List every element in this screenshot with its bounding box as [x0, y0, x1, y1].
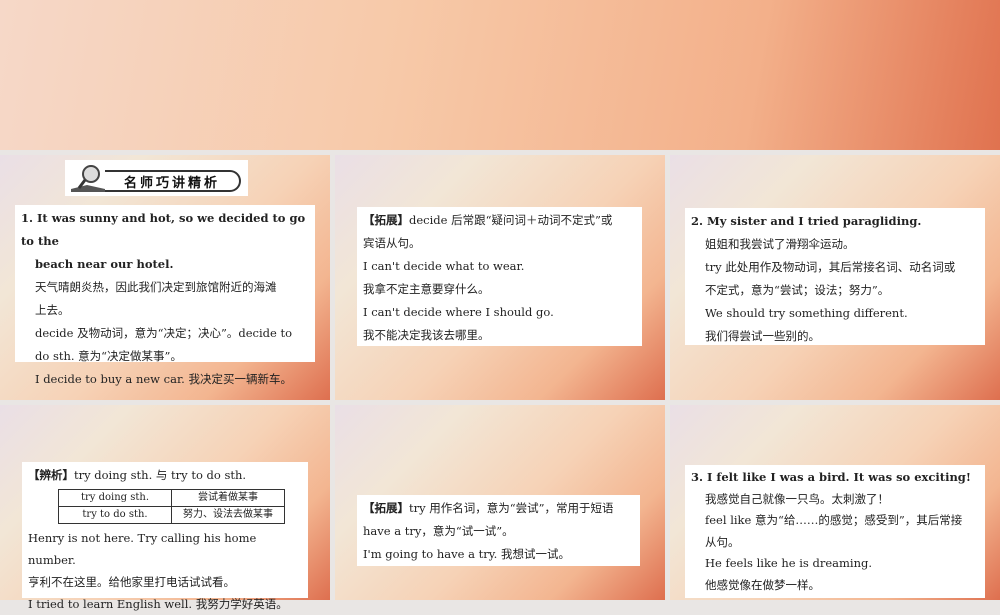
note-box-4: 【辨析】try doing sth. 与 try to do sth. try … [22, 462, 308, 611]
explanation: try 此处用作及物动词，其后常接名词、动名词或 [705, 260, 956, 274]
table-row: try to do sth. 努力、设法去做某事 [58, 506, 285, 524]
explanation-cont: have a try，意为“试一试”。 [363, 524, 514, 538]
explanation: feel like 意为“给……的感觉；感受到”，其后常接 [705, 513, 963, 527]
example: He feels like he is dreaming. [705, 556, 873, 570]
explanation: decide 及物动词，意为“决定；决心”。decide to [35, 326, 293, 340]
explanation-cont: 不定式，意为“尝试；设法；努力”。 [705, 283, 890, 297]
explanation-cont: 从句。 [705, 534, 740, 549]
table-cell: try to do sth. [58, 506, 172, 524]
example-translation: 亨利不在这里。给他家里打电话试试看。 [28, 575, 235, 589]
comparison-table: try doing sth. 尝试着做某事 try to do sth. 努力、设法… [58, 489, 285, 524]
note-box-1: 1. It was sunny and hot, so we decided t… [15, 205, 315, 386]
table-cell: try doing sth. [58, 489, 172, 507]
book-magnifier-icon [71, 165, 105, 192]
tag-label: 【拓展】 [363, 501, 409, 515]
table-cell: 努力、设法去做某事 [171, 506, 285, 524]
example: I can't decide where I should go. [363, 305, 554, 319]
explanation-cont: 宾语从句。 [363, 236, 421, 250]
explanation-cont: do sth. 意为“决定做某事”。 [35, 349, 182, 363]
sentence-title: 1. It was sunny and hot, so we decided t… [21, 211, 306, 248]
example: I decide to buy a new car. 我决定买一辆新车。 [35, 372, 292, 386]
table-cell: 尝试着做某事 [171, 489, 285, 507]
translation: 姐姐和我尝试了滑翔伞运动。 [705, 237, 855, 251]
explanation: try 用作名词，意为“尝试”，常用于短语 [409, 501, 614, 515]
tag-label: 【辨析】 [28, 468, 74, 482]
note-box-6: 3. I felt like I was a bird. It was so e… [685, 465, 985, 598]
section-header-banner: 名师巧讲精析 [65, 160, 248, 196]
example-translation: 我不能决定我该去哪里。 [363, 328, 490, 342]
example-translation: 他感觉像在做梦一样。 [705, 577, 820, 592]
sentence-title: 3. I felt like I was a bird. It was so e… [691, 470, 971, 484]
translation-cont: 上去。 [35, 303, 70, 317]
example: I tried to learn English well. 我努力学好英语。 [28, 597, 288, 611]
example: I can't decide what to wear. [363, 259, 525, 273]
example: We should try something different. [705, 306, 908, 320]
translation: 天气晴朗炎热，因此我们决定到旅馆附近的海滩 [35, 280, 277, 294]
example-translation: 我们得尝试一些别的。 [705, 329, 820, 343]
comparison-intro: try doing sth. 与 try to do sth. [74, 468, 247, 482]
banner-title: 名师巧讲精析 [105, 170, 241, 192]
explanation: decide 后常跟“疑问词＋动词不定式”或 [409, 213, 613, 227]
example-translation: 我拿不定主意要穿什么。 [363, 282, 490, 296]
example: I'm going to have a try. 我想试一试。 [363, 547, 570, 561]
sentence-title: 2. My sister and I tried paragliding. [691, 214, 922, 228]
slide-top[interactable] [0, 0, 1000, 150]
note-box-2: 【拓展】decide 后常跟“疑问词＋动词不定式”或 宾语从句。 I can't… [357, 207, 642, 346]
tag-label: 【拓展】 [363, 213, 409, 227]
sentence-title-cont: beach near our hotel. [35, 257, 174, 271]
example: Henry is not here. Try calling his home … [28, 531, 257, 567]
translation: 我感觉自己就像一只鸟。太刺激了！ [705, 491, 889, 506]
table-row: try doing sth. 尝试着做某事 [58, 489, 285, 507]
note-box-3: 2. My sister and I tried paragliding. 姐姐… [685, 208, 985, 345]
note-box-5: 【拓展】try 用作名词，意为“尝试”，常用于短语 have a try，意为“… [357, 495, 640, 566]
